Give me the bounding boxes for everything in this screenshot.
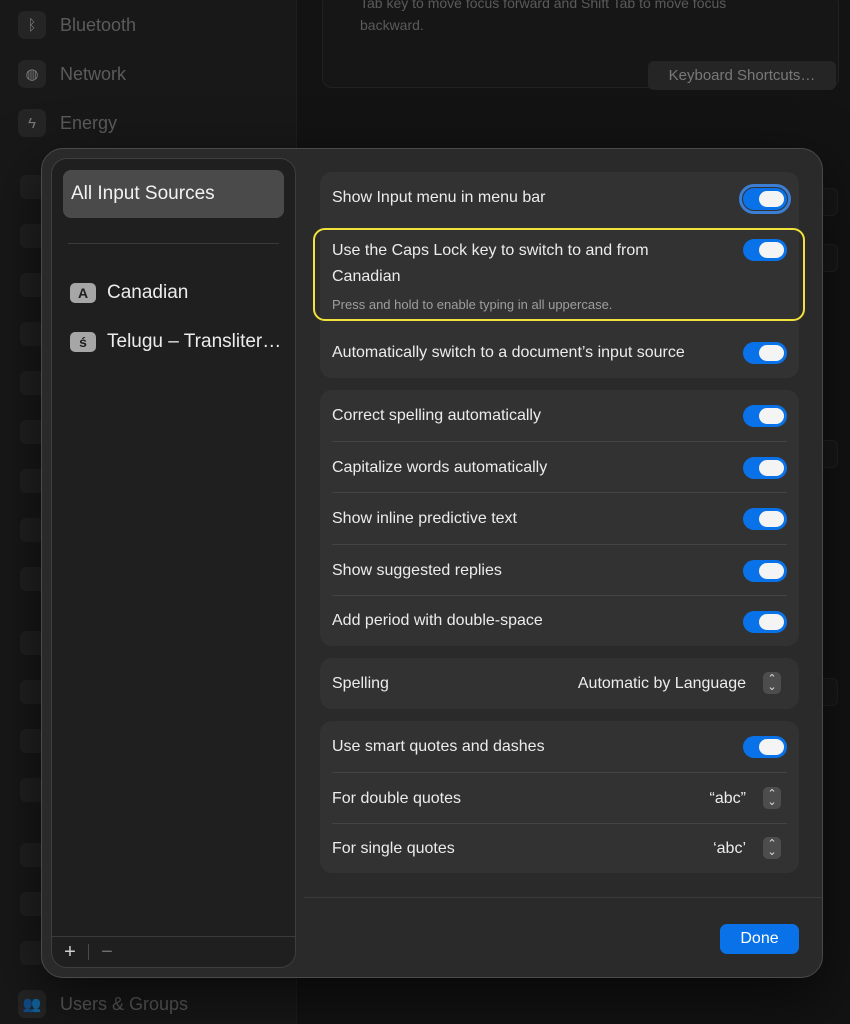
input-source-badge: ś bbox=[70, 332, 96, 352]
capitalize-toggle[interactable] bbox=[743, 457, 787, 479]
input-sources-sheet: All Input Sources A Canadian ś Telugu – … bbox=[41, 148, 823, 978]
input-source-badge: A bbox=[70, 283, 96, 303]
single-quotes-label: For single quotes bbox=[332, 839, 455, 857]
settings-row-capitalize: Capitalize words automatically bbox=[320, 442, 799, 493]
settings-row-auto-switch: Automatically switch to a document’s inp… bbox=[320, 327, 799, 378]
toggle-knob bbox=[759, 460, 784, 476]
suggested-replies-label: Show suggested replies bbox=[332, 561, 502, 579]
single-quotes-value[interactable]: ‘abc’ bbox=[713, 840, 746, 858]
typing-options-group: Correct spelling automatically Capitaliz… bbox=[320, 390, 799, 646]
auto-switch-label: Automatically switch to a document’s inp… bbox=[332, 343, 685, 361]
input-menu-label: Show Input menu in menu bar bbox=[332, 189, 546, 206]
settings-row-input-menu: Show Input menu in menu bar bbox=[320, 172, 799, 224]
sidebar-item-all-input-sources[interactable]: All Input Sources bbox=[63, 170, 284, 218]
correct-spelling-label: Correct spelling automatically bbox=[332, 406, 541, 424]
settings-row-double-quotes[interactable]: For double quotes “abc” ⌃ ⌄ bbox=[320, 773, 799, 824]
settings-row-suggested-replies: Show suggested replies bbox=[320, 545, 799, 596]
input-menu-toggle[interactable] bbox=[739, 184, 791, 214]
sidebar-item-label: Canadian bbox=[107, 282, 189, 303]
toggle-knob bbox=[759, 242, 784, 258]
add-input-source-button[interactable]: + bbox=[52, 937, 88, 967]
spelling-value[interactable]: Automatic by Language bbox=[578, 675, 746, 693]
chevron-up-down-icon[interactable]: ⌃ ⌄ bbox=[763, 787, 781, 809]
settings-row-caps-lock: Use the Caps Lock key to switch to and f… bbox=[320, 224, 799, 327]
suggested-replies-toggle[interactable] bbox=[743, 560, 787, 582]
period-toggle[interactable] bbox=[743, 611, 787, 633]
settings-row-correct-spelling: Correct spelling automatically bbox=[320, 390, 799, 441]
predictive-toggle[interactable] bbox=[743, 508, 787, 530]
settings-row-period: Add period with double-space bbox=[320, 596, 799, 646]
spelling-label: Spelling bbox=[332, 674, 389, 692]
spelling-group: Spelling Automatic by Language ⌃ ⌄ bbox=[320, 658, 799, 709]
toggle-knob bbox=[759, 345, 784, 361]
chevron-up-down-icon[interactable]: ⌃ ⌄ bbox=[763, 672, 781, 694]
sidebar-footer: + − bbox=[52, 936, 295, 967]
settings-row-smart-quotes: Use smart quotes and dashes bbox=[320, 721, 799, 772]
period-label: Add period with double-space bbox=[332, 612, 543, 629]
toggle-knob bbox=[759, 614, 784, 630]
toggle-knob bbox=[759, 191, 784, 207]
settings-row-single-quotes[interactable]: For single quotes ‘abc’ ⌃ ⌄ bbox=[320, 824, 799, 873]
chevron-up-down-icon[interactable]: ⌃ ⌄ bbox=[763, 837, 781, 859]
caps-lock-toggle[interactable] bbox=[743, 239, 787, 261]
toggle-knob bbox=[759, 408, 784, 424]
capitalize-label: Capitalize words automatically bbox=[332, 458, 548, 476]
smart-quotes-label: Use smart quotes and dashes bbox=[332, 737, 545, 755]
smart-quotes-toggle[interactable] bbox=[743, 736, 787, 758]
caps-lock-description: Press and hold to enable typing in all u… bbox=[332, 297, 613, 312]
toggle-knob bbox=[759, 511, 784, 527]
quotes-group: Use smart quotes and dashes For double q… bbox=[320, 721, 799, 873]
sidebar-divider bbox=[68, 243, 279, 244]
input-sources-sidebar: All Input Sources A Canadian ś Telugu – … bbox=[51, 158, 296, 968]
settings-row-predictive: Show inline predictive text bbox=[320, 493, 799, 544]
correct-spelling-toggle[interactable] bbox=[743, 405, 787, 427]
sidebar-item-telugu[interactable]: ś Telugu – Transliter… bbox=[70, 331, 281, 353]
remove-input-source-button[interactable]: − bbox=[89, 937, 125, 967]
settings-row-spelling[interactable]: Spelling Automatic by Language ⌃ ⌄ bbox=[320, 658, 799, 709]
double-quotes-label: For double quotes bbox=[332, 789, 461, 807]
sidebar-item-label: Telugu – Transliter… bbox=[107, 331, 282, 352]
sheet-footer-divider bbox=[304, 897, 822, 898]
double-quotes-value[interactable]: “abc” bbox=[710, 790, 746, 808]
input-menu-group: Show Input menu in menu bar Use the Caps… bbox=[320, 172, 799, 378]
done-button[interactable]: Done bbox=[720, 924, 799, 954]
toggle-knob bbox=[759, 563, 784, 579]
auto-switch-toggle[interactable] bbox=[743, 342, 787, 364]
caps-lock-label: Use the Caps Lock key to switch to and f… bbox=[332, 242, 649, 285]
sidebar-item-canadian[interactable]: A Canadian bbox=[70, 282, 188, 304]
predictive-label: Show inline predictive text bbox=[332, 509, 517, 527]
toggle-knob bbox=[759, 739, 784, 755]
sidebar-item-label: All Input Sources bbox=[71, 183, 215, 204]
